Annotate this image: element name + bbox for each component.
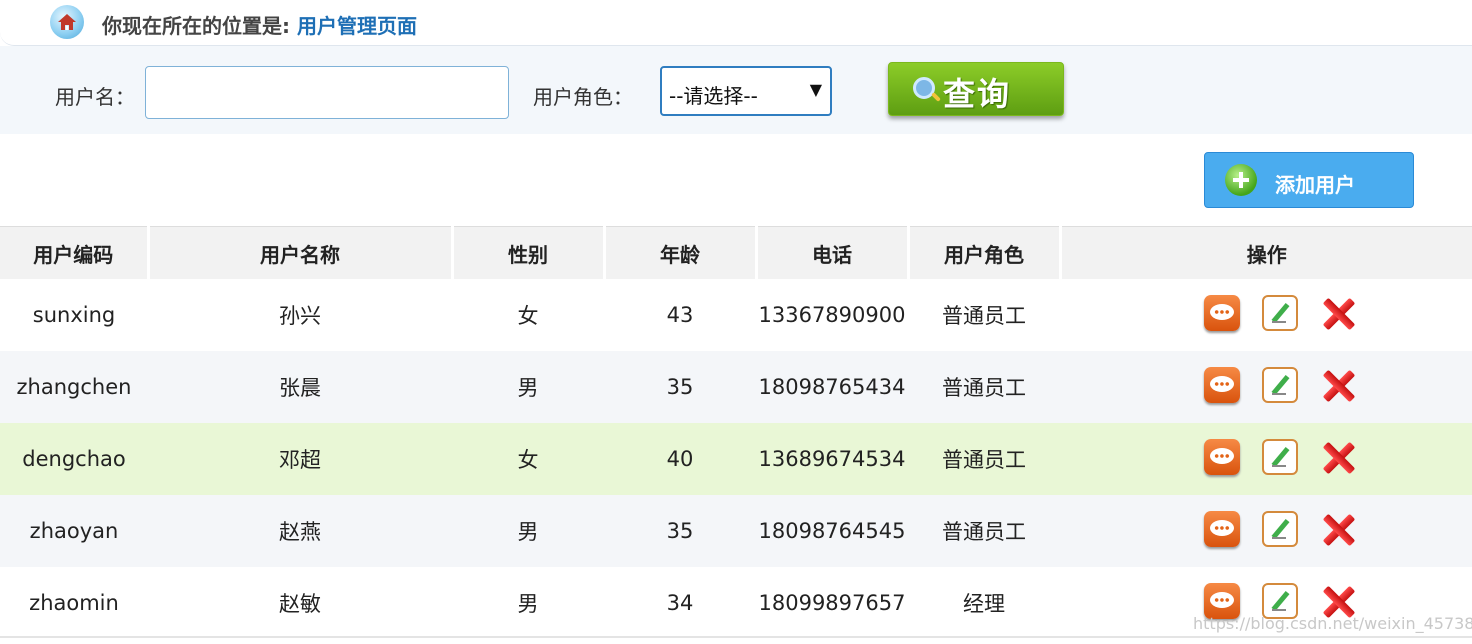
- role-select[interactable]: --请选择-- ▼: [660, 66, 832, 116]
- col-header-code: 用户编码: [0, 226, 150, 279]
- chevron-down-icon: ▼: [809, 80, 822, 99]
- cell-age: 40: [604, 423, 756, 495]
- cell-code: zhangchen: [0, 351, 148, 423]
- edit-icon[interactable]: [1262, 439, 1298, 475]
- username-input[interactable]: [145, 66, 509, 119]
- cell-actions: [1060, 423, 1472, 495]
- plus-icon: [1225, 164, 1257, 196]
- cell-phone: 18098764545: [756, 495, 908, 567]
- delete-icon[interactable]: [1320, 439, 1356, 475]
- cell-actions: [1060, 495, 1472, 567]
- role-label: 用户角色：: [533, 85, 633, 109]
- cell-age: 43: [666, 303, 694, 327]
- magnifier-icon: [913, 77, 935, 99]
- view-icon[interactable]: [1204, 295, 1240, 331]
- table-row: zhangchen 张晨男 35 18098765434 普通员工: [0, 351, 1472, 423]
- cell-age: 35: [604, 495, 756, 567]
- breadcrumb-prefix: 你现在所在的位置是:: [102, 14, 297, 38]
- user-table: 用户编码 用户名称 性别 年龄 电话 用户角色 操作 sunxing 孙兴女 43 1…: [0, 226, 1472, 639]
- col-header-age: 年龄: [604, 226, 758, 279]
- col-header-gender: 性别: [452, 226, 606, 279]
- cell-name: 赵敏: [279, 592, 321, 616]
- cell-gender: 男: [452, 495, 604, 567]
- edit-icon[interactable]: [1262, 511, 1298, 547]
- cell-role: 普通员工: [942, 304, 1026, 328]
- table-row: zhaoyan 赵燕男 35 18098764545 普通员工: [0, 495, 1472, 567]
- delete-icon[interactable]: [1320, 511, 1356, 547]
- cell-code: sunxing: [32, 303, 116, 327]
- cell-gender: 男: [452, 351, 604, 423]
- breadcrumb-bar: 你现在所在的位置是: 用户管理页面: [0, 0, 1472, 46]
- col-header-phone: 电话: [756, 226, 910, 279]
- col-header-role: 用户角色: [908, 226, 1062, 279]
- cell-phone: 13367890900: [758, 303, 906, 327]
- edit-icon[interactable]: [1262, 367, 1298, 403]
- cell-phone: 18099897657: [758, 591, 906, 615]
- query-button-label: 查询: [943, 75, 1012, 113]
- cell-code: zhaoyan: [0, 495, 148, 567]
- cell-gender: 男: [517, 592, 539, 616]
- cell-name: 邓超: [148, 423, 452, 495]
- cell-phone: 18098765434: [756, 351, 908, 423]
- cell-name: 赵燕: [148, 495, 452, 567]
- dots-icon: [1214, 526, 1230, 530]
- cell-age: 34: [666, 591, 694, 615]
- delete-icon[interactable]: [1320, 295, 1356, 331]
- cell-phone: 13689674534: [756, 423, 908, 495]
- watermark: https://blog.csdn.net/weixin_45738504: [1193, 614, 1472, 633]
- table-bottom-border: [0, 636, 1472, 638]
- breadcrumb: 你现在所在的位置是: 用户管理页面: [102, 10, 417, 39]
- edit-icon[interactable]: [1262, 295, 1298, 331]
- cell-role: 普通员工: [908, 495, 1060, 567]
- cell-gender: 女: [517, 304, 539, 328]
- cell-actions: [1060, 279, 1472, 351]
- table-row: dengchao 邓超女 40 13689674534 普通员工: [0, 423, 1472, 495]
- table-row: sunxing 孙兴 女 43 13367890900 普通员工: [0, 279, 1472, 351]
- dots-icon: [1214, 454, 1230, 458]
- dots-icon: [1214, 382, 1230, 386]
- dots-icon: [1214, 598, 1230, 602]
- view-icon[interactable]: [1204, 439, 1240, 475]
- home-icon[interactable]: [50, 5, 84, 39]
- add-user-label: 添加用户: [1275, 173, 1355, 197]
- view-icon[interactable]: [1204, 367, 1240, 403]
- cell-actions: [1060, 351, 1472, 423]
- cell-code: dengchao: [0, 423, 148, 495]
- query-button[interactable]: 查询: [888, 62, 1064, 116]
- cell-name: 孙兴: [279, 304, 321, 328]
- breadcrumb-current: 用户管理页面: [296, 14, 417, 38]
- col-header-actions: 操作: [1060, 226, 1472, 279]
- dots-icon: [1214, 310, 1230, 314]
- add-user-button[interactable]: 添加用户: [1204, 152, 1414, 208]
- col-header-name: 用户名称: [148, 226, 454, 279]
- role-select-value: --请选择--: [669, 84, 758, 108]
- cell-role: 普通员工: [908, 351, 1060, 423]
- cell-code: zhaomin: [29, 591, 119, 615]
- cell-role: 经理: [963, 592, 1005, 616]
- username-label: 用户名：: [55, 85, 135, 109]
- cell-gender: 女: [452, 423, 604, 495]
- table-header-row: 用户编码 用户名称 性别 年龄 电话 用户角色 操作: [0, 226, 1472, 279]
- delete-icon[interactable]: [1320, 367, 1356, 403]
- view-icon[interactable]: [1204, 511, 1240, 547]
- cell-name: 张晨: [148, 351, 452, 423]
- cell-role: 普通员工: [908, 423, 1060, 495]
- cell-age: 35: [604, 351, 756, 423]
